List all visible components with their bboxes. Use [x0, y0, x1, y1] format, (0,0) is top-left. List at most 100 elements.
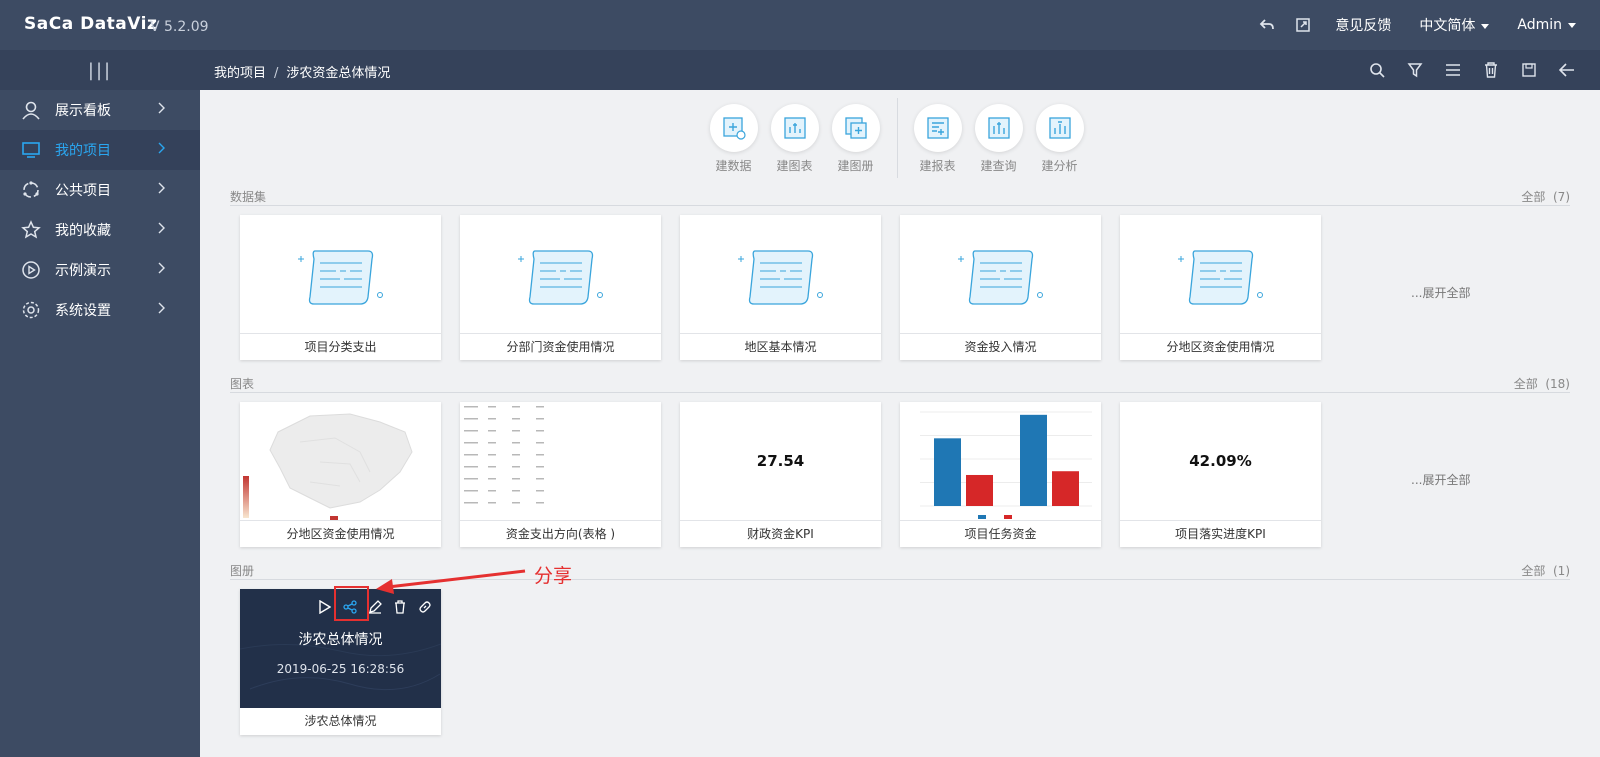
charts-section-header: 图表 全部 (18) [230, 375, 1570, 393]
annotation-arrow [376, 569, 526, 594]
dataset-card[interactable]: 项目分类支出 [240, 215, 441, 360]
sidebar-item-public-projects[interactable]: 公共项目 [0, 170, 200, 210]
create-chart-button[interactable]: 建图表 [764, 104, 825, 174]
expand-all-link[interactable]: ...展开全部 [1411, 471, 1470, 488]
view-all-label: 全部 [1521, 564, 1546, 578]
section-title: 数据集 [230, 190, 267, 204]
user-icon [20, 99, 42, 121]
table-cell-placeholder [512, 466, 520, 468]
feedback-link[interactable]: 意见反馈 [1321, 15, 1405, 35]
save-icon[interactable] [1510, 50, 1548, 90]
kpi-value: 27.54 [756, 452, 805, 470]
bar-chart [920, 411, 1092, 519]
create-data-button[interactable]: 建数据 [703, 104, 764, 174]
item-count: (7) [1553, 190, 1570, 204]
create-report-button[interactable]: 建报表 [907, 104, 968, 174]
sidebar-toggle[interactable]: ||| [0, 50, 200, 90]
document-icon [298, 250, 383, 305]
circle-nodes-icon [20, 179, 42, 201]
gear-icon [20, 299, 42, 321]
dataset-thumbnail [240, 215, 441, 334]
link-icon[interactable] [415, 597, 434, 616]
table-cell-placeholder [488, 502, 496, 504]
chart-card-kpi-progress[interactable]: 42.09% 项目落实进度KPI [1120, 402, 1321, 547]
item-count: (18) [1545, 377, 1570, 391]
dataset-card[interactable]: 资金投入情况 [900, 215, 1101, 360]
undo-icon[interactable] [1249, 0, 1285, 50]
card-caption: 资金投入情况 [964, 340, 1037, 354]
add-album-icon [831, 104, 880, 152]
breadcrumb-root[interactable]: 我的项目 [214, 66, 266, 81]
sidebar-item-examples[interactable]: 示例演示 [0, 250, 200, 290]
bar-series-1-1[interactable] [1052, 471, 1079, 506]
language-select[interactable]: 中文简体 [1405, 15, 1503, 35]
card-caption: 项目落实进度KPI [1175, 527, 1266, 541]
table-cell-placeholder [488, 478, 496, 480]
table-cell-placeholder [536, 430, 544, 432]
search-icon[interactable] [1358, 50, 1396, 90]
table-cell-placeholder [536, 454, 544, 456]
table-cell-placeholder [536, 442, 544, 444]
create-analysis-label: 建分析 [1041, 159, 1078, 173]
app-version: V 5.2.09 [150, 19, 209, 35]
dataset-card[interactable]: 地区基本情况 [680, 215, 881, 360]
add-data-icon [709, 104, 758, 152]
dataset-thumbnail [1120, 215, 1321, 334]
table-cell-placeholder [464, 442, 478, 444]
sidebar-item-dashboard[interactable]: 展示看板 [0, 90, 200, 130]
filter-icon[interactable] [1396, 50, 1434, 90]
sidebar-item-favorites[interactable]: 我的收藏 [0, 210, 200, 250]
table-cell-placeholder [536, 418, 544, 420]
create-group-primary: 建数据 建图表 建图册 [703, 104, 886, 174]
album-title: 涉农总体情况 [298, 632, 383, 648]
bar-series-0-0[interactable] [934, 438, 961, 506]
dataset-card[interactable]: 分地区资金使用情况 [1120, 215, 1321, 360]
back-arrow-icon[interactable] [1548, 50, 1586, 90]
sidebar-item-my-projects[interactable]: 我的项目 [0, 130, 200, 170]
card-caption: 地区基本情况 [744, 340, 817, 354]
table-cell-placeholder [512, 478, 520, 480]
view-all-link[interactable]: 全部 (1) [1521, 562, 1570, 579]
chevron-right-icon [158, 182, 166, 198]
expand-all-link[interactable]: ...展开全部 [1411, 284, 1470, 301]
create-query-label: 建查询 [980, 159, 1017, 173]
bar-series-0-1[interactable] [1020, 414, 1047, 506]
table-cell-placeholder [536, 502, 544, 504]
view-all-link[interactable]: 全部 (18) [1514, 375, 1570, 392]
sidebar-item-settings[interactable]: 系统设置 [0, 290, 200, 330]
external-link-icon[interactable] [1285, 0, 1321, 50]
kpi-value: 42.09% [1189, 452, 1252, 470]
table-cell-placeholder [464, 430, 478, 432]
chevron-down-icon [1568, 22, 1576, 28]
legend-swatch [1004, 515, 1012, 519]
create-query-button[interactable]: 建查询 [968, 104, 1029, 174]
create-analysis-button[interactable]: 建分析 [1029, 104, 1090, 174]
app-logo[interactable]: SaCa DataViz [24, 14, 157, 34]
dataset-thumbnail [460, 215, 661, 334]
list-icon[interactable] [1434, 50, 1472, 90]
trash-icon[interactable] [390, 597, 409, 616]
create-album-button[interactable]: 建图册 [825, 104, 886, 174]
table-cell-placeholder [536, 466, 544, 468]
view-all-link[interactable]: 全部 (7) [1521, 188, 1570, 205]
chart-card-map[interactable]: 分地区资金使用情况 [240, 402, 441, 547]
sidebar: ||| 展示看板 我的项目 公共项目 我的收藏 示例演示 系统设置 [0, 50, 200, 757]
language-label: 中文简体 [1419, 18, 1476, 34]
chart-card-kpi-finance[interactable]: 27.54 财政资金KPI [680, 402, 881, 547]
user-menu[interactable]: Admin [1503, 17, 1590, 33]
card-caption: 分地区资金使用情况 [286, 527, 395, 541]
sidebar-item-label: 我的项目 [55, 143, 111, 159]
table-cell-placeholder [512, 406, 520, 408]
create-report-label: 建报表 [919, 159, 956, 173]
chart-card-bar[interactable]: 项目任务资金 [900, 402, 1101, 547]
bar-series-1-0[interactable] [966, 474, 993, 506]
section-title: 图表 [230, 377, 255, 391]
dataset-card[interactable]: 分部门资金使用情况 [460, 215, 661, 360]
card-caption: 项目分类支出 [304, 340, 377, 354]
chart-card-table[interactable]: 资金支出方向(表格 ) [460, 402, 661, 547]
kpi-thumbnail: 27.54 [680, 402, 881, 521]
trash-icon[interactable] [1472, 50, 1510, 90]
chevron-down-icon [1481, 23, 1490, 29]
play-icon[interactable] [315, 597, 334, 616]
table-cell-placeholder [512, 454, 520, 456]
